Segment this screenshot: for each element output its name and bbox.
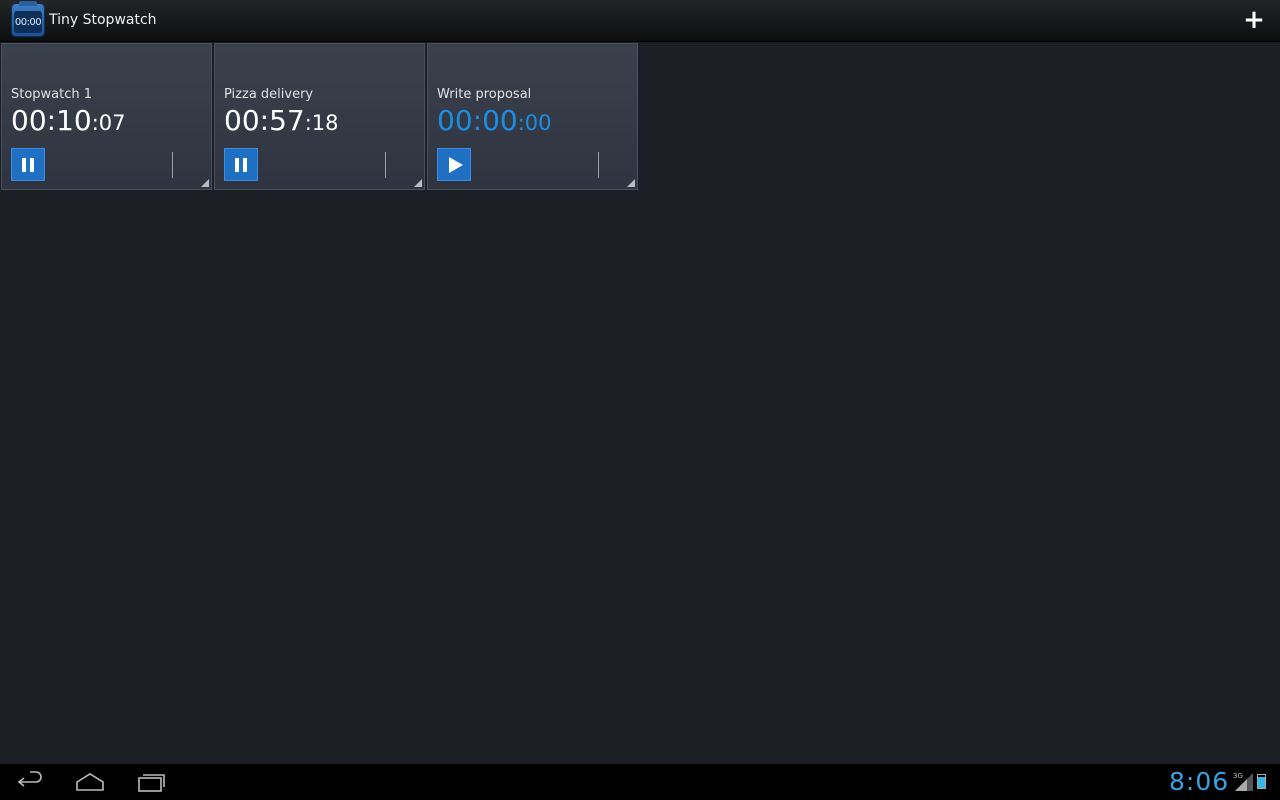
stopwatch-time-main: 00:10: [11, 104, 92, 137]
card-menu-corner-icon[interactable]: [414, 179, 422, 187]
stopwatch-card[interactable]: Stopwatch 1 00:10:07: [1, 43, 212, 190]
back-icon[interactable]: [16, 770, 46, 794]
recent-apps-icon[interactable]: [136, 770, 166, 794]
card-divider: [598, 152, 599, 178]
stopwatch-time: 00:00:00: [437, 104, 552, 137]
stopwatch-time-main: 00:00: [437, 104, 518, 137]
app-icon[interactable]: 00:00: [11, 1, 45, 37]
stopwatch-card[interactable]: Pizza delivery 00:57:18: [214, 43, 425, 190]
stopwatch-name: Stopwatch 1: [11, 87, 93, 102]
battery-icon: [1257, 774, 1266, 789]
stopwatch-name: Write proposal: [437, 87, 532, 102]
stopwatch-card[interactable]: Write proposal 00:00:00: [427, 43, 638, 190]
stopwatch-time-seconds: :18: [304, 111, 339, 135]
app-icon-face: 00:00: [14, 11, 42, 33]
card-divider: [172, 152, 173, 178]
stopwatch-grid: Stopwatch 1 00:10:07 Pizza delivery 00:5…: [0, 42, 1280, 764]
stopwatch-time: 00:57:18: [224, 104, 339, 137]
app-title: Tiny Stopwatch: [49, 12, 157, 28]
play-button[interactable]: [437, 148, 471, 181]
stopwatch-time-main: 00:57: [224, 104, 305, 137]
status-clock: 8:06: [1169, 767, 1230, 796]
home-icon[interactable]: [75, 770, 105, 794]
pause-button[interactable]: [11, 148, 45, 181]
stopwatch-name: Pizza delivery: [224, 87, 314, 102]
signal-icon: [1235, 773, 1253, 791]
stopwatch-time: 00:10:07: [11, 104, 126, 137]
stopwatch-time-seconds: :07: [91, 111, 126, 135]
app-icon-strap: [19, 1, 37, 6]
pause-button[interactable]: [224, 148, 258, 181]
plus-icon: +: [1243, 5, 1265, 35]
pause-icon: [22, 157, 34, 172]
card-menu-corner-icon[interactable]: [627, 179, 635, 187]
add-stopwatch-button[interactable]: +: [1242, 5, 1266, 35]
system-nav-bar: 8:06 3G: [0, 764, 1280, 800]
stopwatch-time-seconds: :00: [517, 111, 552, 135]
pause-icon: [235, 157, 247, 172]
card-menu-corner-icon[interactable]: [201, 179, 209, 187]
action-bar: 00:00 Tiny Stopwatch +: [0, 0, 1280, 42]
card-divider: [385, 152, 386, 178]
play-icon: [448, 156, 463, 173]
